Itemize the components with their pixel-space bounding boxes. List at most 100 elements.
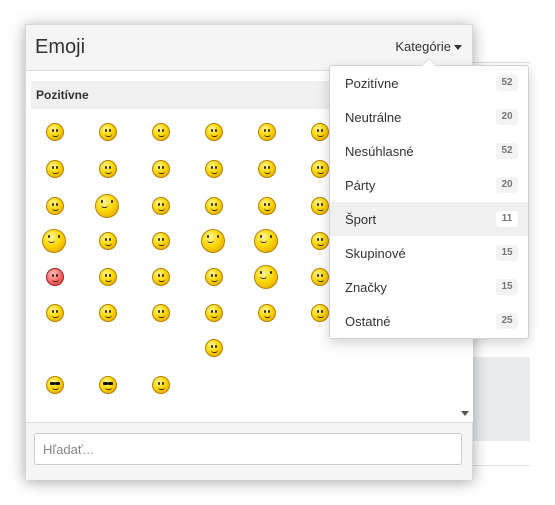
smile-icon[interactable] (199, 117, 229, 147)
emoji-face (205, 123, 223, 141)
category-count-badge: 20 (496, 109, 518, 125)
background-panel (471, 357, 530, 441)
smile-icon[interactable] (40, 117, 70, 147)
section-label: Pozitívne (36, 88, 89, 102)
flower-smile-icon[interactable] (93, 191, 123, 221)
category-item[interactable]: Ostatné 25 (330, 304, 528, 338)
category-count-badge: 11 (496, 211, 518, 227)
panel-title: Emoji (35, 36, 86, 58)
hearts-blush-icon[interactable] (40, 262, 70, 292)
tongue-icon[interactable] (252, 117, 282, 147)
emoji-face (205, 160, 223, 178)
scroll-down-arrow-icon[interactable] (461, 411, 469, 416)
wings-icon[interactable] (146, 370, 176, 400)
category-label: Pozitívne (345, 76, 399, 91)
blush-icon[interactable] (199, 262, 229, 292)
emoji-face (205, 304, 223, 322)
emoji-face (152, 304, 170, 322)
emoji-face (205, 197, 223, 215)
emoji-face (46, 123, 64, 141)
grin-icon[interactable] (252, 191, 282, 221)
laugh-icon[interactable] (40, 298, 70, 328)
emoji-face (99, 232, 117, 250)
wink-icon[interactable] (40, 191, 70, 221)
category-count-badge: 15 (496, 245, 518, 261)
smile-icon[interactable] (40, 154, 70, 184)
tongue-laugh-icon[interactable] (199, 298, 229, 328)
smile-icon[interactable] (146, 154, 176, 184)
category-count-badge: 20 (496, 177, 518, 193)
flower-head-icon[interactable] (252, 262, 282, 292)
emoji-face (46, 197, 64, 215)
banner-smile-icon[interactable] (40, 226, 70, 256)
content-icon[interactable] (199, 191, 229, 221)
category-item[interactable]: Pozitívne 52 (330, 66, 528, 100)
category-label: Ostatné (345, 314, 391, 329)
category-toggle-label: Kategórie (395, 39, 451, 54)
emoji-face (99, 123, 117, 141)
emoji-face (46, 304, 64, 322)
emoji-face (311, 268, 329, 286)
arms-up-icon[interactable] (252, 226, 282, 256)
kiss-icon[interactable] (93, 262, 123, 292)
category-label: Skupinové (345, 246, 406, 261)
emoji-face (152, 123, 170, 141)
screenshot-stage: Emoji Kategórie Pozitívne Pozitívne 52 Neu… (0, 0, 555, 505)
dancing-icon[interactable] (146, 226, 176, 256)
emoji-face (201, 229, 225, 253)
emoji-face (42, 229, 66, 253)
smile-icon[interactable] (93, 117, 123, 147)
emoji-face (205, 268, 223, 286)
sunglasses-icon[interactable] (40, 370, 70, 400)
category-dropdown-menu: Pozitívne 52 Neutrálne 20 Nesúhlasné 52 Párty 2… (329, 58, 529, 339)
emoji-face (311, 123, 329, 141)
big-laugh-icon[interactable] (93, 298, 123, 328)
cheering-icon[interactable] (199, 226, 229, 256)
category-item[interactable]: Párty 20 (330, 168, 528, 202)
category-count-badge: 15 (496, 279, 518, 295)
search-input[interactable] (34, 433, 462, 465)
smirk-icon[interactable] (252, 154, 282, 184)
star-eyes-icon[interactable] (146, 262, 176, 292)
emoji-face (152, 160, 170, 178)
halo-icon[interactable] (252, 298, 282, 328)
emoji-face (46, 160, 64, 178)
category-label: Párty (345, 178, 376, 193)
emoji-face (99, 304, 117, 322)
emoji-face (99, 376, 117, 394)
emoji-face (99, 160, 117, 178)
laugh-tears-icon[interactable] (146, 298, 176, 328)
sweat-smile-icon[interactable] (93, 154, 123, 184)
category-count-badge: 52 (496, 143, 518, 159)
smile-icon[interactable] (146, 191, 176, 221)
category-count-badge: 25 (496, 313, 518, 329)
big-grin-icon[interactable] (199, 333, 229, 363)
category-label: Nesúhlasné (345, 144, 414, 159)
emoji-face (311, 232, 329, 250)
background-divider (471, 62, 530, 63)
emoji-face (258, 197, 276, 215)
emoji-face (254, 229, 278, 253)
category-dropdown-toggle[interactable]: Kategórie (395, 39, 462, 54)
emoji-face (311, 160, 329, 178)
emoji-face (99, 268, 117, 286)
category-label: Neutrálne (345, 110, 402, 125)
emoji-face (254, 265, 278, 289)
category-label: Značky (345, 280, 387, 295)
smile-icon[interactable] (146, 117, 176, 147)
cool-icon[interactable] (93, 370, 123, 400)
category-item[interactable]: Nesúhlasné 52 (330, 134, 528, 168)
emoji-face (152, 232, 170, 250)
emoji-face (258, 123, 276, 141)
emoji-face (46, 268, 64, 286)
emoji-face (152, 197, 170, 215)
emoji-face (205, 339, 223, 357)
category-item[interactable]: Značky 15 (330, 270, 528, 304)
category-item[interactable]: Skupinové 15 (330, 236, 528, 270)
emoji-face (46, 376, 64, 394)
category-item[interactable]: Šport 11 (330, 202, 528, 236)
emoji-face (258, 304, 276, 322)
thumbs-up-icon[interactable] (93, 226, 123, 256)
rolling-eyes-icon[interactable] (199, 154, 229, 184)
category-item[interactable]: Neutrálne 20 (330, 100, 528, 134)
